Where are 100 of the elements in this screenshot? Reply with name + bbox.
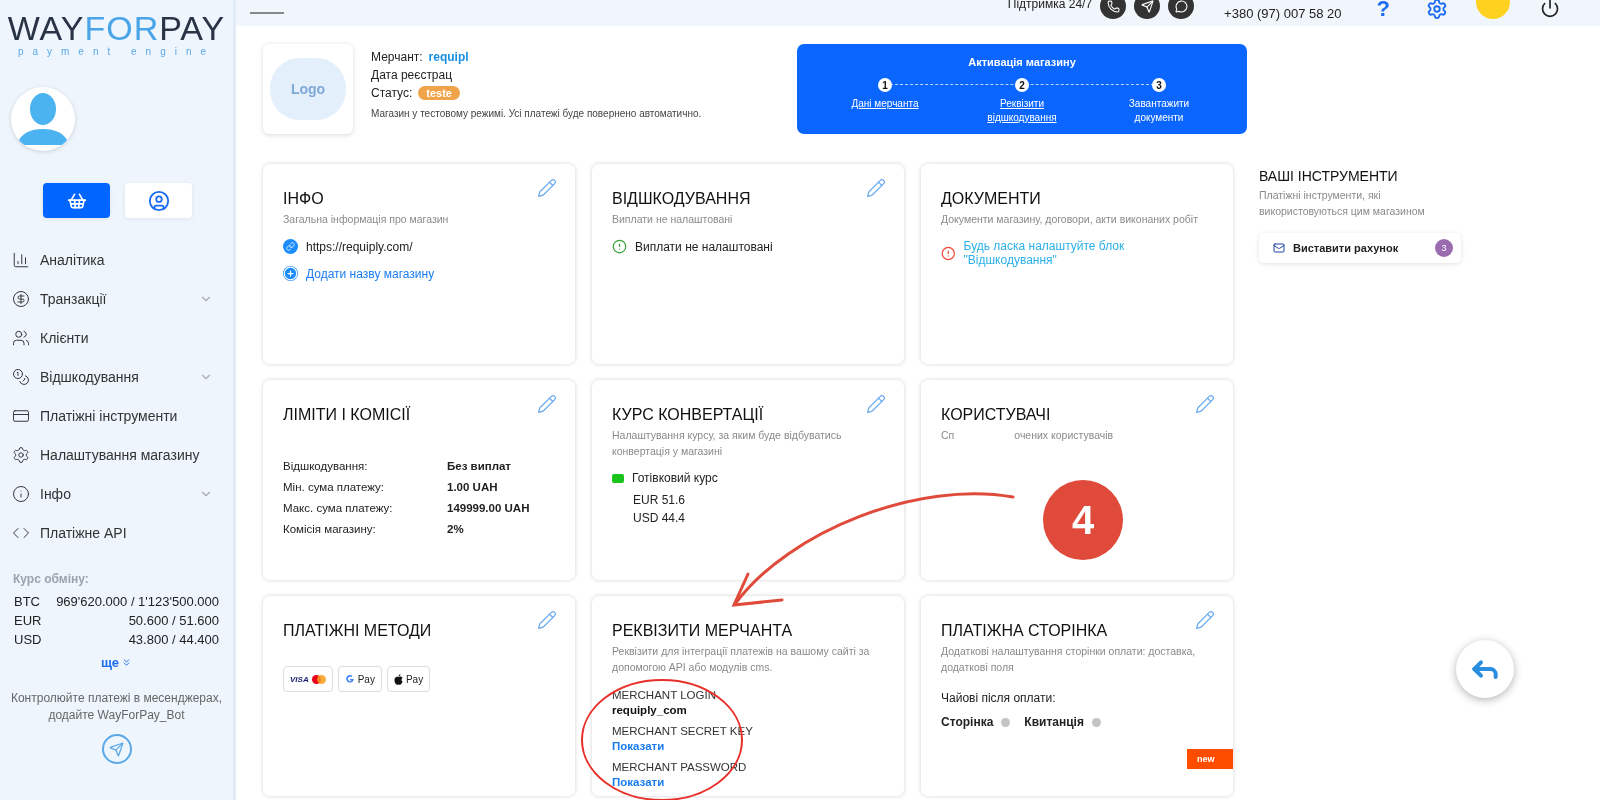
step-link[interactable]: Дані мерчанта — [851, 97, 919, 111]
currency-code: BTC — [14, 594, 40, 609]
card-subtitle: Реквізити для інтеграції платежів на вашому сайті за допомогою API або модулів cms. — [612, 644, 871, 675]
power-icon[interactable] — [1540, 0, 1560, 18]
card-title: ДОКУМЕНТИ — [941, 190, 1042, 208]
toggle-dot[interactable] — [1001, 717, 1011, 727]
menu-label: Аналітика — [40, 251, 106, 268]
menu-item[interactable]: Транзакції — [0, 279, 233, 318]
avatar — [11, 87, 75, 151]
toggle-dot[interactable] — [1091, 717, 1101, 727]
card-title: ПЛАТІЖНІ МЕТОДИ — [283, 622, 433, 640]
card-subtitle: Загальна інформація про магазин — [283, 212, 450, 227]
limit-label: Комісія магазину: — [283, 523, 377, 535]
option-label: Сторінка — [941, 715, 994, 729]
dollar-coin-icon — [12, 289, 30, 308]
rate-value: USD 44.4 — [633, 511, 687, 525]
limit-value: 1.00 UAH — [447, 481, 499, 493]
menu-label: Платіжні інструменти — [40, 407, 179, 424]
step-number: 2 — [1015, 78, 1029, 92]
currency-rate: 50.600 / 51.600 — [128, 613, 219, 628]
card-title: ВІДШКОДУВАННЯ — [612, 190, 752, 208]
edit-icon[interactable] — [537, 178, 557, 198]
menu-label: Транзакції — [40, 290, 108, 307]
support-label: Підтримка 24/7 — [1007, 0, 1093, 11]
telegram-button[interactable] — [101, 734, 132, 764]
currency-code: EUR — [14, 613, 42, 628]
edit-icon[interactable] — [1195, 610, 1215, 630]
card-title: ЛІМІТИ І КОМІСІЇ — [283, 406, 412, 424]
plus-icon — [283, 266, 298, 281]
tools-subtitle: Платіжні інструменти, які використовуються цим магазином — [1259, 188, 1426, 219]
card-subtitle: Документи магазину, договори, акти виконаних робіт — [941, 212, 1199, 227]
tool-label: Виставити рахунок — [1293, 242, 1400, 254]
apple-icon — [393, 673, 403, 685]
currency-rate: 43.800 / 44.400 — [128, 632, 219, 647]
step-link[interactable]: Реквізити відшкодування — [976, 97, 1068, 125]
rate-value: EUR 51.6 — [633, 493, 687, 507]
card-subtitle: Налаштування курсу, за яким буде відбуватись конвертація у магазині — [612, 428, 843, 459]
show-link[interactable]: Показати — [612, 740, 884, 752]
help-link[interactable]: ? — [1376, 0, 1390, 22]
menu-item[interactable]: Платіжні інструменти — [0, 396, 233, 435]
edit-icon[interactable] — [1195, 394, 1215, 414]
count-badge: 3 — [1435, 239, 1453, 257]
merchant-link[interactable]: requipl — [428, 50, 469, 64]
status-text: Виплати не налаштовані — [635, 239, 773, 254]
menu-label: Налаштування магазину — [40, 446, 201, 463]
show-link[interactable]: Показати — [612, 776, 884, 788]
user-icon — [147, 189, 170, 212]
chat-icon[interactable] — [1168, 0, 1195, 19]
logo-label: Logo — [270, 58, 346, 120]
menu-item[interactable]: Інфо — [0, 474, 233, 513]
g-logo-icon — [344, 674, 355, 684]
menu-item[interactable]: Аналітика — [0, 240, 233, 279]
card-title: ПЛАТІЖНА СТОРІНКА — [941, 622, 1109, 640]
basket-icon — [66, 190, 87, 211]
back-button[interactable] — [1456, 640, 1514, 698]
menu-item[interactable]: Клієнти — [0, 318, 233, 357]
edit-icon[interactable] — [537, 394, 557, 414]
warning-link[interactable]: Будь ласка налаштуйте блок "Відшкодування" — [963, 239, 1213, 267]
limit-label: Мін. сума платежу: — [283, 481, 385, 493]
menu-item[interactable]: Відшкодування — [0, 357, 233, 396]
menu-item[interactable]: Налаштування магазину — [0, 435, 233, 474]
card-circles-icon — [311, 674, 326, 684]
settings-icon[interactable] — [1426, 0, 1448, 20]
edit-icon[interactable] — [866, 394, 886, 414]
send-icon[interactable] — [1134, 0, 1161, 19]
coins-icon — [12, 367, 30, 386]
menu-label: Відшкодування — [40, 368, 140, 385]
payment-method: VISA — [283, 666, 333, 692]
alert-icon — [612, 239, 627, 254]
site-url: https://requiply.com/ — [306, 239, 413, 254]
tools-title: ВАШІ ІНСТРУМЕНТИ — [1259, 168, 1399, 184]
phone-number: +380 (97) 007 58 20 — [1224, 5, 1342, 21]
edit-icon[interactable] — [866, 178, 886, 198]
rate-type: Готівковий курс — [632, 471, 718, 485]
info-icon — [12, 484, 30, 503]
step-number: 1 — [878, 78, 892, 92]
payment-method: Pay — [386, 666, 431, 692]
more-link[interactable]: ще — [100, 655, 133, 670]
payment-method: Pay — [337, 666, 382, 692]
step-number: 3 — [1152, 78, 1166, 92]
brand-logo: WAYFORPAY — [7, 10, 226, 46]
menu-label: Клієнти — [40, 329, 90, 346]
add-name-link[interactable]: Додати назву магазину — [306, 266, 435, 281]
settings-icon — [12, 445, 30, 464]
edit-icon[interactable] — [537, 610, 557, 630]
limit-value: Без виплат — [447, 460, 512, 472]
profile-mode-button[interactable] — [125, 183, 192, 218]
shop-mode-button[interactable] — [43, 183, 110, 218]
phone-icon[interactable] — [1100, 0, 1127, 19]
mail-icon — [1273, 242, 1285, 254]
shop-note: Магазин у тестовому режимі. Усі платежі буде повернено автоматично. — [371, 108, 703, 119]
tool-item[interactable]: Виставити рахунок 3 — [1259, 233, 1461, 263]
alert-icon — [941, 245, 956, 261]
limit-value: 149999.00 UAH — [447, 502, 531, 514]
card-title: КОРИСТУВАЧІ — [941, 406, 1052, 424]
card-subtitle: очених користувачів — [1014, 428, 1114, 443]
activation-title: Активація магазину — [968, 56, 1076, 68]
menu-item[interactable]: Платіжне API — [0, 513, 233, 552]
shop-field-label: Дата реєстрац — [371, 68, 453, 82]
shop-field-label: Статус: — [371, 86, 413, 100]
